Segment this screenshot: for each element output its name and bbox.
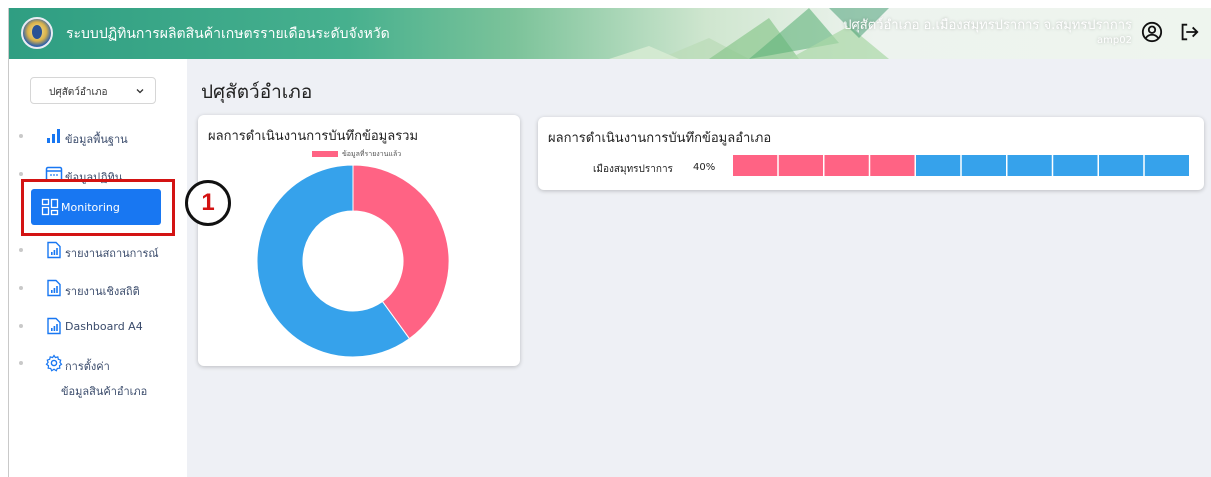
- sidebar-item-label: ข้อมูลพื้นฐาน: [65, 133, 128, 146]
- progress-segment-empty: [1053, 155, 1098, 176]
- app-title: ระบบปฏิทินการผลิตสินค้าเกษตรรายเดือนระดั…: [66, 26, 390, 42]
- report-icon: [47, 317, 61, 335]
- progress-segment-filled: [733, 155, 778, 176]
- sidebar-item-label: Dashboard A4: [65, 320, 143, 333]
- donut-chart: [256, 164, 450, 358]
- report-icon: [47, 241, 61, 259]
- card-title: ผลการดำเนินงานการบันทึกข้อมูลรวม: [208, 129, 419, 144]
- card-title: ผลการดำเนินงานการบันทึกข้อมูลอำเภอ: [548, 131, 772, 146]
- sidebar-item-basic-data[interactable]: ข้อมูลพื้นฐาน: [19, 117, 179, 157]
- sidebar-item-label: รายงานเชิงสถิติ: [65, 285, 140, 298]
- progress-segment-empty: [1007, 155, 1052, 176]
- app-frame: ระบบปฏิทินการผลิตสินค้าเกษตรรายเดือนระดั…: [8, 8, 1211, 477]
- progress-segment-empty: [1144, 155, 1189, 176]
- chart-legend[interactable]: ข้อมูลที่รายงานแล้ว: [312, 149, 401, 160]
- sidebar-item-dashboard-a4[interactable]: Dashboard A4: [19, 307, 179, 347]
- sidebar-item-label: การตั้งค่า: [65, 360, 110, 373]
- sidebar-item-label: รายงานสถานการณ์: [65, 247, 159, 260]
- gear-icon: [45, 354, 63, 372]
- progress-segment-empty: [916, 155, 961, 176]
- legend-label: ข้อมูลที่รายงานแล้ว: [342, 150, 402, 158]
- page-title: ปศุสัตว์อำเภอ: [201, 81, 313, 103]
- district-progress-bar: [733, 155, 1189, 176]
- province-logo: [21, 17, 53, 49]
- bar-chart-icon: [47, 129, 60, 143]
- district-percent: 40%: [693, 162, 716, 173]
- report-icon: [47, 279, 61, 297]
- sidebar-subitem-district-products[interactable]: ข้อมูลสินค้าอำเภอ: [61, 382, 147, 400]
- progress-segment-filled: [870, 155, 915, 176]
- sidebar-item-statistics-report[interactable]: รายงานเชิงสถิติ: [19, 269, 179, 309]
- logout-icon[interactable]: [1178, 21, 1200, 43]
- sidebar-item-settings[interactable]: การตั้งค่า: [19, 344, 179, 384]
- main-content: ปศุสัตว์อำเภอ ผลการดำเนินงานการบันทึกข้อ…: [187, 59, 1211, 477]
- step-number-badge: 1: [185, 180, 231, 226]
- district-progress-card: ผลการดำเนินงานการบันทึกข้อมูลอำเภอ เมือง…: [538, 117, 1204, 190]
- highlight-box: [21, 179, 175, 236]
- overall-progress-card: ผลการดำเนินงานการบันทึกข้อมูลรวม ข้อมูลท…: [198, 115, 520, 366]
- role-dropdown-value: ปศุสัตว์อำเภอ: [49, 87, 108, 98]
- progress-segment-filled: [778, 155, 823, 176]
- username: amp02: [1097, 35, 1132, 46]
- sidebar-item-situation-report[interactable]: รายงานสถานการณ์: [19, 231, 179, 271]
- role-dropdown[interactable]: ปศุสัตว์อำเภอ: [30, 77, 156, 104]
- progress-segment-filled: [824, 155, 869, 176]
- step-number: 1: [201, 189, 215, 216]
- top-header: ระบบปฏิทินการผลิตสินค้าเกษตรรายเดือนระดั…: [9, 8, 1211, 59]
- progress-segment-empty: [961, 155, 1006, 176]
- user-account-icon[interactable]: [1141, 21, 1163, 43]
- progress-segment-empty: [1099, 155, 1144, 176]
- legend-swatch-reported: [312, 151, 338, 157]
- sidebar: ปศุสัตว์อำเภอ ข้อมูลพื้นฐาน ข้อมูลปฏิทิน: [9, 59, 187, 477]
- chevron-down-icon: [136, 89, 144, 94]
- district-name: เมืองสมุทรปราการ: [593, 164, 673, 175]
- user-position: ปศุสัตว์อำเภอ อ.เมืองสมุทรปราการ จ.สมุทร…: [843, 18, 1132, 33]
